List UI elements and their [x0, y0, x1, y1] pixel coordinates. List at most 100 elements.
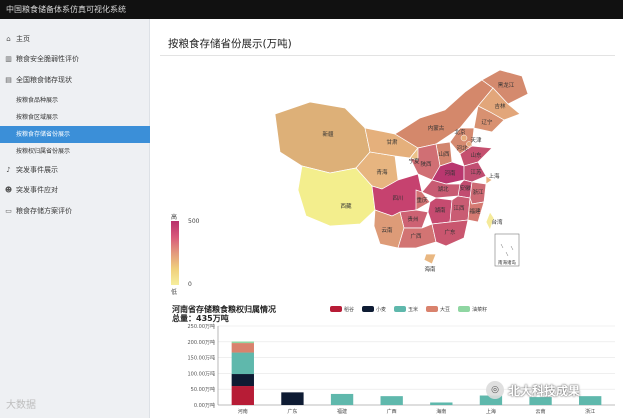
x-tick-label: 海南	[436, 408, 446, 415]
legend-swatch	[426, 306, 439, 312]
y-tick-label: 50.00万吨	[191, 386, 215, 393]
x-tick-label: 福建	[337, 408, 347, 415]
legend-label: 油菜籽	[472, 306, 488, 313]
map-label-zhejiang: 浙江	[472, 188, 484, 196]
sidebar-item-label: 突发事件应对	[16, 186, 58, 194]
visual-map-min-value: 0	[188, 281, 192, 288]
x-tick-label: 广西	[387, 408, 397, 415]
map-label-anhui: 安徽	[459, 184, 471, 192]
map-label-shanxi: 山西	[438, 150, 450, 158]
bar-segment	[231, 352, 254, 375]
visual-map-high-label: 高	[171, 214, 178, 221]
legend-label: 大豆	[440, 306, 451, 313]
sidebar-item-emergency-display[interactable]: ♪ 突发事件展示	[0, 162, 150, 179]
map-label-shaanxi: 陕西	[420, 160, 432, 168]
map-label-liaoning: 辽宁	[481, 118, 493, 126]
legend-swatch	[330, 306, 342, 312]
title-divider	[160, 55, 615, 56]
y-tick-label: 0.00万吨	[194, 402, 215, 409]
sidebar-subitem-by-region[interactable]: 按粮食区域展示	[0, 109, 150, 126]
map-label-guangxi: 广西	[410, 232, 422, 240]
x-tick-label: 广东	[287, 408, 297, 415]
watermark-brand: ◎ 北大科技成果	[486, 381, 580, 399]
sidebar: ⌂ 主页 ▥ 粮食安全脆弱性评价 ▤ 全国粮食储存现状 按粮食品种展示 按粮食区…	[0, 19, 150, 418]
document-icon: ▭	[5, 207, 12, 215]
visual-map-gradient-bar[interactable]	[171, 221, 179, 285]
watermark-brand-text: 北大科技成果	[508, 383, 581, 398]
bar-segment	[231, 341, 254, 344]
sidebar-item-emergency-response[interactable]: ☻ 突发事件应对	[0, 182, 150, 199]
map-label-chongqing: 重庆	[416, 196, 428, 204]
map-label-shanghai: 上海	[488, 172, 500, 180]
legend-label: 玉米	[408, 306, 419, 313]
legend-item-rice[interactable]: 稻谷	[330, 306, 354, 313]
x-tick-label: 浙江	[585, 408, 595, 415]
south-sea-inset-label: 南海诸岛	[498, 259, 516, 266]
sidebar-item-home[interactable]: ⌂ 主页	[0, 31, 150, 48]
y-tick-label: 200.00万吨	[188, 339, 216, 346]
bar-segment	[281, 392, 304, 405]
bar-segment	[231, 343, 254, 353]
map-label-jilin: 吉林	[494, 102, 506, 110]
y-tick-label: 250.00万吨	[188, 323, 216, 330]
sidebar-subitem-by-ownership-province[interactable]: 按粮权归属省份展示	[0, 143, 150, 160]
map-label-sichuan: 四川	[392, 195, 403, 202]
legend-item-corn[interactable]: 玉米	[394, 306, 418, 313]
legend-item-rapeseed[interactable]: 油菜籽	[458, 306, 487, 313]
bar-segment	[231, 374, 254, 387]
people-icon: ☻	[4, 186, 13, 194]
wechat-icon: ◎	[486, 381, 504, 399]
map-label-qinghai: 青海	[376, 168, 388, 176]
sidebar-item-storage-evaluation[interactable]: ▭ 粮食存储方案评价	[0, 203, 150, 220]
sidebar-item-label: 粮食存储方案评价	[16, 207, 72, 215]
map-label-jiangxi: 江西	[453, 205, 465, 212]
map-label-beijing: 北京	[454, 128, 466, 136]
bar-segment	[330, 393, 354, 405]
legend-label: 小麦	[376, 306, 387, 313]
watermark-bigdata: 大数据	[6, 400, 36, 411]
legend-item-wheat[interactable]: 小麦	[362, 306, 386, 313]
app-title-bar: 中国粮食储备体系仿真可视化系统	[0, 0, 623, 19]
legend-swatch	[458, 306, 471, 312]
sidebar-subitem-by-variety[interactable]: 按粮食品种展示	[0, 92, 150, 109]
sidebar-subitem-by-storage-province[interactable]: 按粮食存储省份展示	[0, 126, 150, 143]
province-hainan[interactable]	[423, 253, 437, 265]
sidebar-item-label: 全国粮食储存现状	[16, 76, 72, 84]
map-label-taiwan: 台湾	[491, 218, 503, 226]
map-label-tianjin: 天津	[470, 137, 482, 144]
map-label-shandong: 山东	[470, 151, 482, 159]
map-label-yunnan: 云南	[381, 226, 393, 234]
sidebar-item-label: 主页	[16, 35, 30, 43]
map-label-hainan: 海南	[424, 265, 436, 273]
map-label-xizang: 西藏	[340, 202, 352, 210]
sidebar-item-label: 突发事件展示	[16, 166, 58, 174]
legend-swatch	[362, 306, 375, 312]
chart-legend: 稻谷 小麦 玉米 大豆 油菜籽	[330, 304, 495, 314]
sidebar-item-storage-status[interactable]: ▤ 全国粮食储存现状	[0, 72, 150, 89]
map-label-fujian: 福建	[469, 207, 481, 215]
bar-chart-icon: ▥	[5, 55, 12, 63]
legend-swatch	[394, 306, 407, 312]
map-label-gansu: 甘肃	[386, 138, 398, 146]
bar-segment	[579, 396, 602, 405]
map-label-ningxia: 宁夏	[408, 157, 420, 165]
map-label-guangdong: 广东	[444, 228, 456, 236]
map-label-hunan: 湖南	[434, 206, 446, 214]
map-label-xinjiang: 新疆	[322, 130, 334, 138]
map-label-guizhou: 贵州	[407, 215, 418, 223]
y-tick-label: 100.00万吨	[188, 370, 216, 377]
sidebar-item-vulnerability[interactable]: ▥ 粮食安全脆弱性评价	[0, 51, 150, 68]
map-label-jiangsu: 江苏	[470, 168, 482, 176]
x-tick-label: 河南	[238, 408, 248, 415]
page-title: 按粮食存储省份展示(万吨)	[168, 38, 292, 50]
legend-item-soybean[interactable]: 大豆	[426, 306, 450, 313]
sidebar-item-label: 粮食安全脆弱性评价	[16, 55, 79, 63]
ownership-bar-chart: 0.00万吨 50.00万吨 100.00万吨 150.00万吨 200.00万吨 250…	[188, 323, 615, 415]
visual-map-max-value: 500	[188, 218, 200, 225]
x-tick-label: 云南	[536, 408, 546, 415]
legend-label: 稻谷	[344, 306, 355, 313]
china-province-map[interactable]: 新疆 西藏 青海 甘肃 宁夏 内蒙古 黑龙江 吉林 辽宁 北京 天津 河北 山西…	[160, 62, 620, 287]
bell-icon: ♪	[6, 166, 11, 174]
map-label-henan: 河南	[444, 169, 456, 177]
map-label-hebei: 河北	[456, 144, 468, 152]
